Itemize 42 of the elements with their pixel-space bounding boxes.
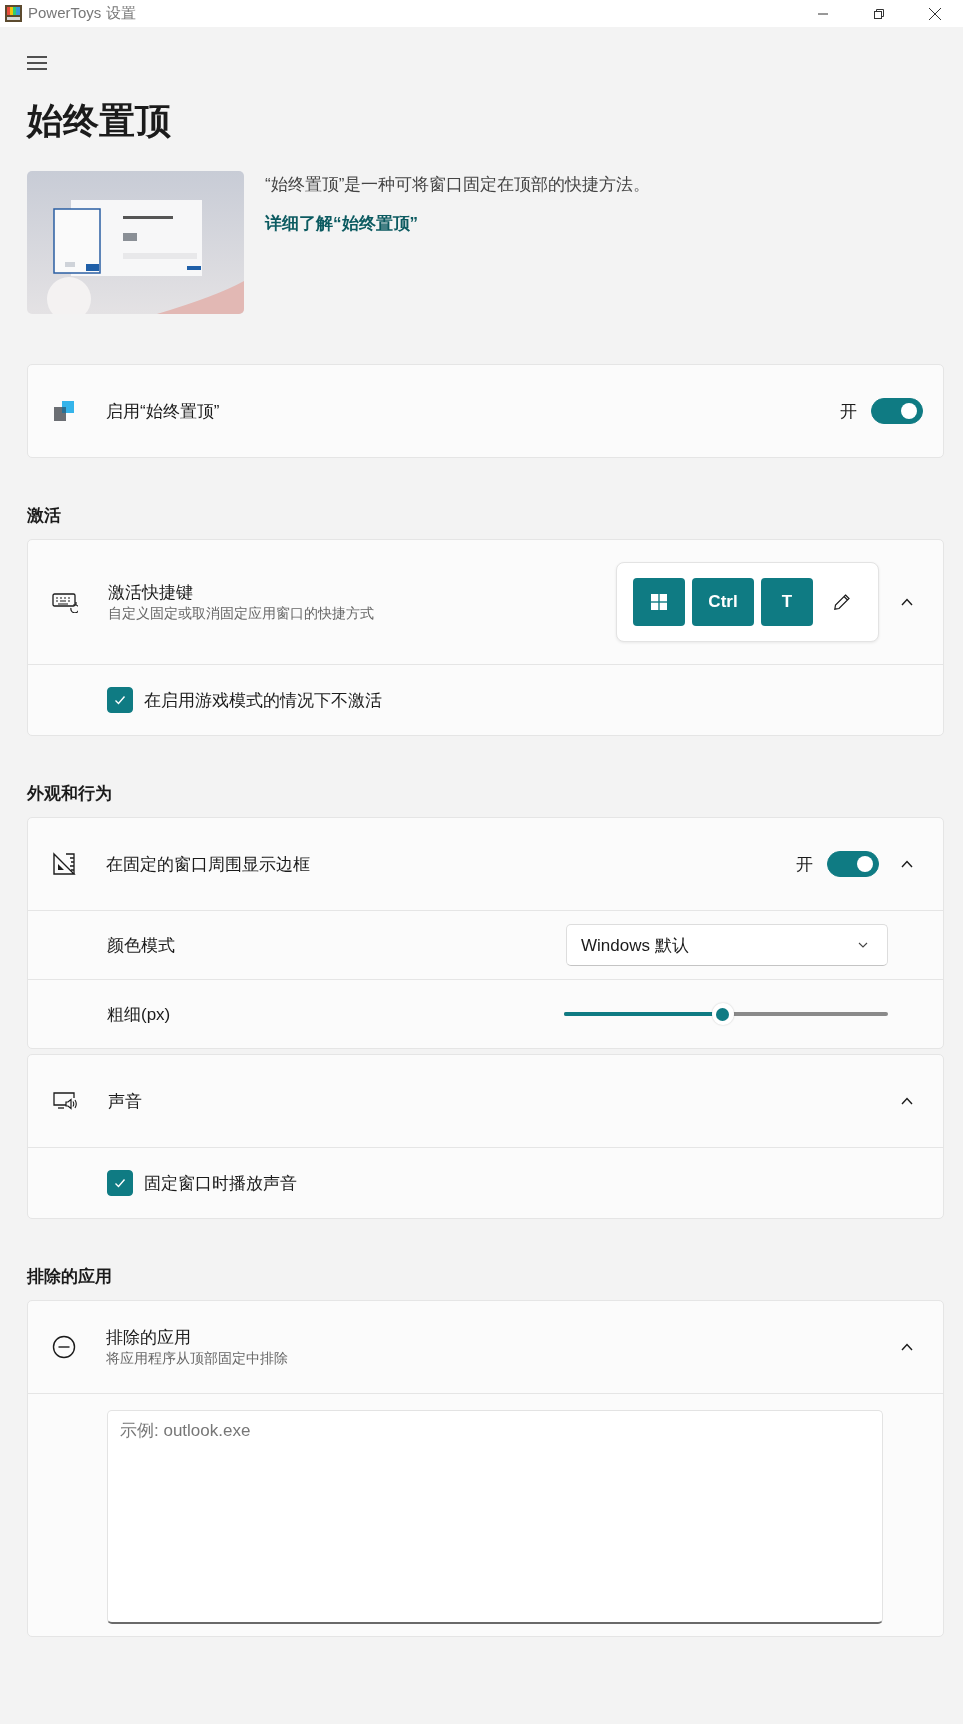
toggle-switch[interactable]: [827, 851, 879, 877]
checkbox[interactable]: [107, 1170, 133, 1196]
ruler-triangle-icon: [52, 852, 76, 876]
excluded-apps-field[interactable]: 示例: outlook.exe: [107, 1410, 883, 1624]
section-heading: 排除的应用: [27, 1266, 113, 1288]
checkbox-label: 在启用游戏模式的情况下不激活: [144, 689, 382, 712]
setting-label: 颜色模式: [107, 934, 175, 957]
restore-icon: [873, 7, 885, 20]
color-mode-dropdown[interactable]: Windows 默认: [566, 924, 888, 966]
keyboard-icon: [52, 591, 78, 613]
section-heading: 外观和行为: [27, 783, 113, 805]
window-title: PowerToys 设置: [28, 4, 136, 23]
setting-label: 粗细(px): [107, 1003, 171, 1026]
key-cap: Ctrl: [692, 578, 754, 626]
page-title: 始终置顶: [27, 99, 172, 143]
checkbox-label: 固定窗口时播放声音: [144, 1172, 297, 1195]
setting-label: 在固定的窗口周围显示边框: [106, 853, 310, 876]
toggle-state-text: 开: [796, 853, 813, 876]
checkbox[interactable]: [107, 687, 133, 713]
checkmark-icon: [113, 693, 127, 707]
monitor-speaker-icon: [52, 1090, 78, 1112]
minus-circle-icon: [52, 1335, 76, 1359]
thickness-slider[interactable]: [564, 1003, 888, 1025]
setting-label: 排除的应用: [106, 1327, 192, 1349]
key-cap: T: [761, 578, 813, 626]
setting-label: 启用“始终置顶”: [106, 400, 220, 423]
close-icon: [928, 6, 942, 21]
setting-description: 将应用程序从顶部固定中排除: [106, 1350, 288, 1368]
app-icon: [5, 5, 22, 22]
setting-label: 激活快捷键: [108, 582, 194, 604]
setting-label: 声音: [108, 1090, 142, 1113]
learn-more-link[interactable]: 详细了解“始终置顶”: [265, 212, 418, 235]
setting-description: 自定义固定或取消固定应用窗口的快捷方式: [108, 605, 374, 623]
description-text: “始终置顶”是一种可将窗口固定在顶部的快捷方法。: [265, 174, 651, 196]
stacked-squares-icon: [52, 399, 76, 423]
checkmark-icon: [113, 1176, 127, 1190]
menu-icon: [27, 55, 47, 71]
pencil-icon: [833, 593, 851, 611]
section-heading: 激活: [27, 505, 62, 527]
toggle-switch[interactable]: [871, 398, 923, 424]
windows-icon: [651, 594, 667, 610]
toggle-state-text: 开: [840, 400, 857, 423]
